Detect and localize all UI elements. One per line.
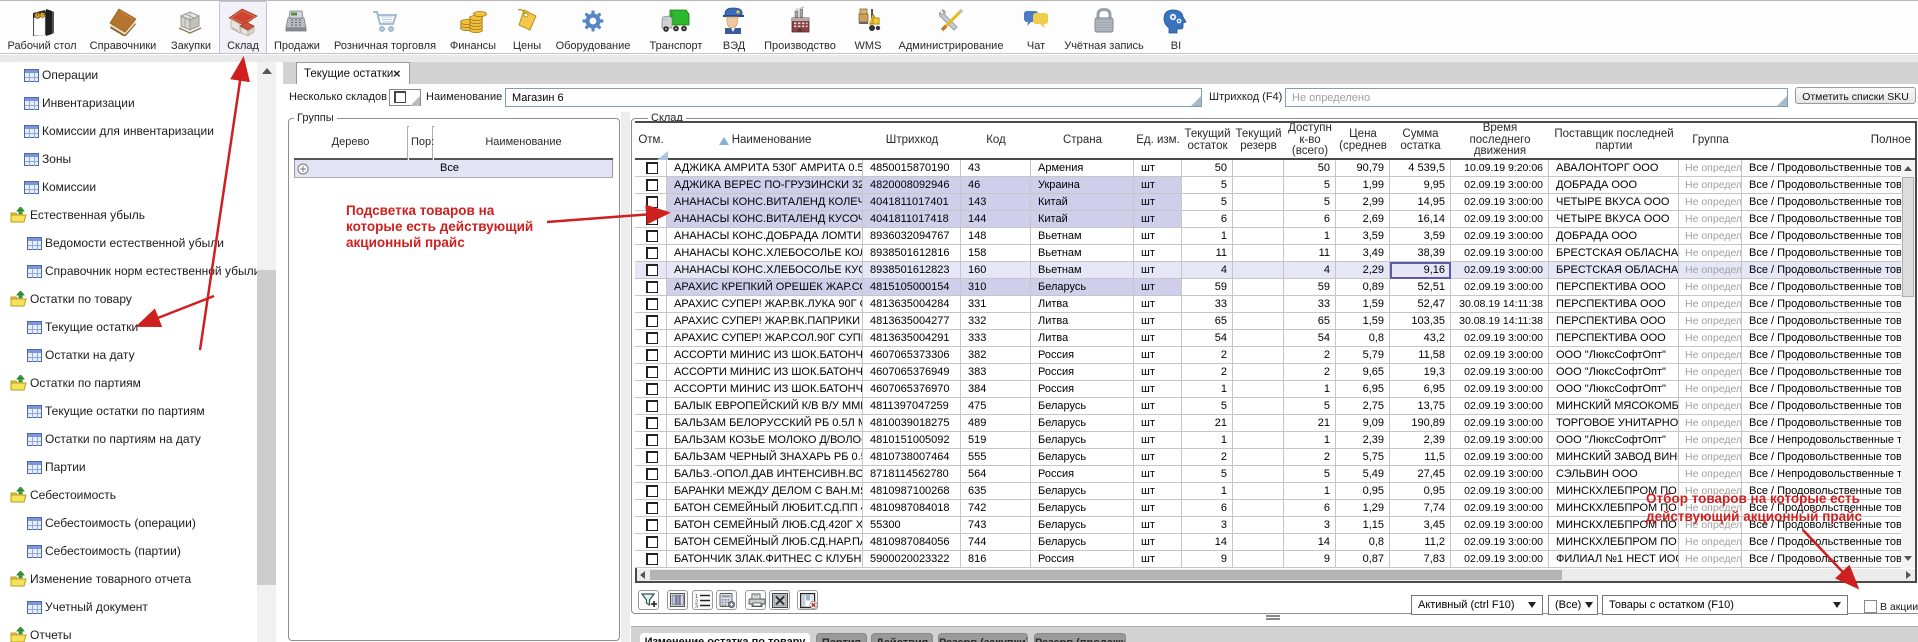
svg-text:действующий акционный прайс: действующий акционный прайс xyxy=(1646,509,1862,524)
svg-text:которые есть действующий: которые есть действующий xyxy=(346,219,533,234)
svg-text:акционный прайс: акционный прайс xyxy=(346,235,465,250)
svg-text:Подсветка товаров на: Подсветка товаров на xyxy=(346,203,495,218)
svg-text:Отбор товаров на которые есть: Отбор товаров на которые есть xyxy=(1646,491,1860,506)
